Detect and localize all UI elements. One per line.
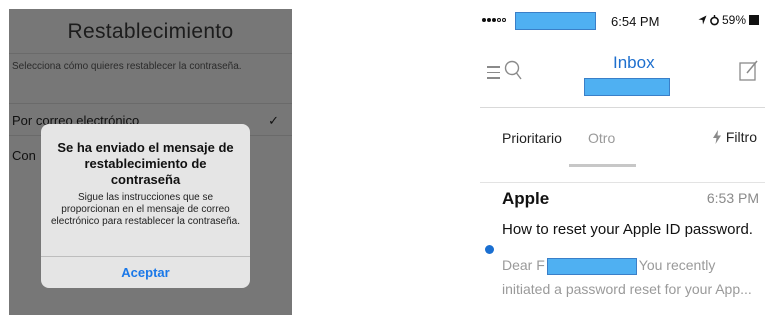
alert-dialog: Se ha enviado el mensaje de restablecimi… [41,124,250,288]
status-bar: 6:54 PM 59% [480,9,765,33]
tab-focused[interactable]: Prioritario [502,130,562,146]
message-time: 6:53 PM [706,190,759,206]
battery-percentage: 59% [721,13,746,27]
tab-indicator [569,164,636,167]
hamburger-icon[interactable] [487,66,500,83]
compose-icon[interactable] [739,59,759,81]
preview-line2: initiated a password reset for your App.… [502,281,752,297]
flash-icon [712,130,721,144]
page-title: Restablecimiento [67,20,234,43]
message-sender: Apple [502,189,550,208]
inbox-title: Inbox [613,53,655,72]
divider [9,53,292,54]
preview-end: You recently [638,257,716,273]
signal-strength-icon [482,18,506,22]
reset-description: Selecciona cómo quieres restablecer la c… [12,61,242,72]
alert-message: Sigue las instrucciones que se proporcio… [51,192,240,227]
status-time: 6:54 PM [611,14,660,29]
redacted-carrier [515,12,596,30]
divider [9,103,292,104]
location-arrow-icon [698,15,707,25]
checkmark-icon: ✓ [268,113,279,128]
accept-button[interactable]: Aceptar [41,257,250,288]
redacted-account [584,78,670,96]
filter-label: Filtro [725,129,757,145]
list-divider [480,182,765,183]
option-other[interactable]: Con [12,148,36,163]
unread-indicator [485,245,494,254]
message-preview: Dear F You recently initiated a password … [502,253,760,301]
alert-title: Se ha enviado el mensaje de restablecimi… [57,140,234,187]
preview-start: Dear F [502,257,545,273]
alarm-icon [710,14,719,25]
message-subject: How to reset your Apple ID password. [502,221,753,238]
mail-inbox-screen: 6:54 PM 59% Inbox Prioritario Otro Filtr… [480,9,765,315]
search-icon[interactable] [504,59,524,81]
redacted-name [546,257,637,275]
password-reset-screen: Restablecimiento Selecciona cómo quieres… [9,9,292,315]
header-divider [480,107,765,108]
status-indicators: 59% [698,13,759,27]
tab-other[interactable]: Otro [588,130,615,146]
filter-button[interactable]: Filtro [712,129,757,145]
battery-icon [749,15,759,25]
